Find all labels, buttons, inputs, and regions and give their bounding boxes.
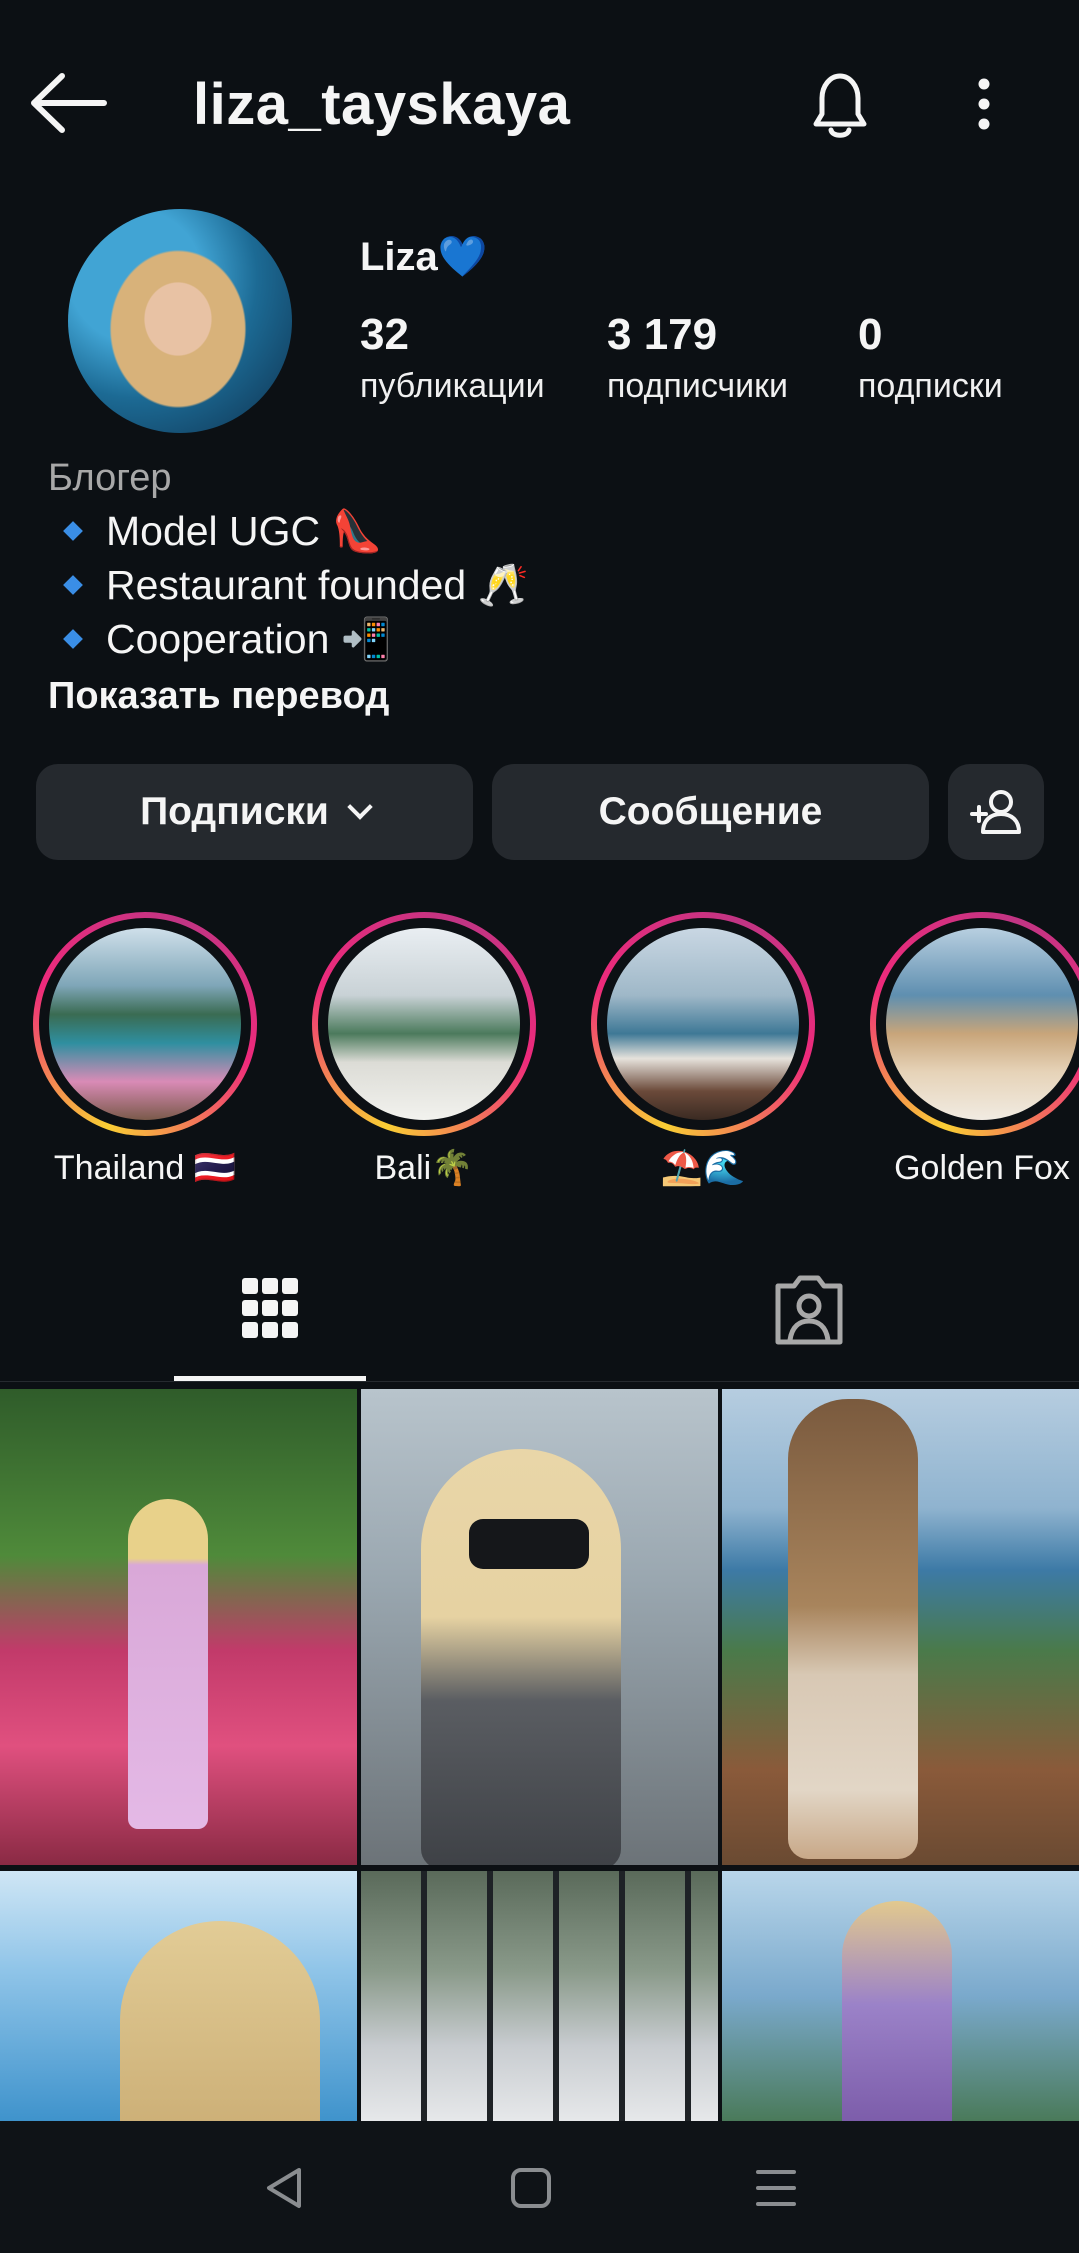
post-figure	[120, 1921, 320, 2121]
add-user-icon	[970, 790, 1021, 834]
grid-icon	[242, 1278, 298, 1338]
bio-line-text: Model UGC 👠	[106, 508, 383, 554]
profile-username: liza_tayskaya	[193, 72, 571, 137]
highlight-cover	[607, 928, 799, 1120]
message-button-label: Сообщение	[598, 790, 823, 833]
triangle-back-icon	[267, 2168, 301, 2208]
post-figure	[128, 1499, 208, 1829]
back-button[interactable]	[28, 68, 110, 138]
followers-count-label: подписчики	[607, 367, 789, 405]
show-translation-link[interactable]: Показать перевод	[48, 668, 529, 724]
highlight-label: Golden Fox	[894, 1149, 1070, 1187]
story-highlight[interactable]: Golden Fox	[867, 912, 1079, 1190]
blue-diamond-icon	[63, 629, 83, 649]
following-count[interactable]: 0 подписки	[858, 308, 1003, 408]
sunglasses	[469, 1519, 589, 1569]
notifications-button[interactable]	[800, 68, 880, 144]
tab-divider	[0, 1381, 1079, 1382]
bio-line: Cooperation 📲	[48, 612, 529, 666]
bio-line: Restaurant founded 🥂	[48, 558, 529, 612]
more-vertical-icon	[978, 78, 990, 130]
followers-count-value: 3 179	[607, 310, 718, 359]
posts-count-label: публикации	[360, 367, 545, 405]
highlight-ring	[870, 912, 1079, 1136]
highlight-ring	[591, 912, 815, 1136]
bio-line-text: Cooperation 📲	[106, 616, 392, 662]
tagged-person-icon	[775, 1275, 843, 1345]
system-home-button[interactable]	[501, 2158, 561, 2218]
more-options-button[interactable]	[960, 72, 1008, 142]
menu-lines-icon	[756, 2170, 796, 2206]
tab-tagged[interactable]	[714, 1266, 904, 1356]
followers-count[interactable]: 3 179 подписчики	[607, 308, 788, 408]
highlight-ring	[312, 912, 536, 1136]
highlight-label: Bali🌴	[374, 1149, 474, 1187]
display-name: Liza💙	[360, 235, 488, 279]
posts-count-value: 32	[360, 310, 409, 359]
message-button[interactable]: Сообщение	[492, 764, 929, 860]
post-figure	[421, 1449, 621, 1865]
post-figure	[788, 1399, 918, 1859]
system-recents-button[interactable]	[746, 2158, 806, 2218]
avatar[interactable]	[68, 209, 292, 433]
bio-line: Model UGC 👠	[48, 504, 529, 558]
chevron-down-icon	[347, 794, 373, 820]
blue-diamond-icon	[63, 521, 83, 541]
post-thumbnail[interactable]	[0, 1871, 357, 2121]
system-back-button[interactable]	[255, 2158, 315, 2218]
following-button-label: Подписки	[140, 790, 329, 833]
arrow-left-icon	[31, 73, 107, 133]
highlight-ring	[33, 912, 257, 1136]
suggested-users-button[interactable]	[948, 764, 1044, 860]
highlight-label: ⛱️🌊	[660, 1149, 746, 1187]
bio: Блогер Model UGC 👠 Restaurant founded 🥂 …	[48, 452, 529, 724]
bio-line-text: Restaurant founded 🥂	[106, 562, 529, 608]
highlight-label: Thailand 🇹🇭	[53, 1149, 237, 1187]
posts-count[interactable]: 32 публикации	[360, 308, 545, 408]
highlight-cover	[49, 928, 241, 1120]
bell-icon	[813, 73, 867, 138]
following-count-value: 0	[858, 310, 883, 359]
following-count-label: подписки	[858, 367, 1003, 405]
post-thumbnail[interactable]	[361, 1871, 718, 2121]
bio-category: Блогер	[48, 457, 172, 499]
blue-diamond-icon	[63, 575, 83, 595]
square-home-icon	[511, 2168, 551, 2208]
story-highlight[interactable]: Bali🌴	[309, 912, 539, 1190]
highlight-cover	[886, 928, 1078, 1120]
tab-posts-grid[interactable]	[174, 1266, 364, 1356]
post-thumbnail[interactable]	[722, 1389, 1079, 1865]
highlight-cover	[328, 928, 520, 1120]
story-highlight[interactable]: ⛱️🌊	[588, 912, 818, 1190]
post-thumbnail[interactable]	[722, 1871, 1079, 2121]
post-thumbnail[interactable]	[0, 1389, 357, 1865]
railing	[361, 1871, 718, 2121]
following-button[interactable]: Подписки	[36, 764, 473, 860]
post-thumbnail[interactable]	[361, 1389, 718, 1865]
post-figure	[842, 1901, 952, 2121]
active-tab-indicator	[174, 1376, 366, 1381]
story-highlight[interactable]: Thailand 🇹🇭	[30, 912, 260, 1190]
